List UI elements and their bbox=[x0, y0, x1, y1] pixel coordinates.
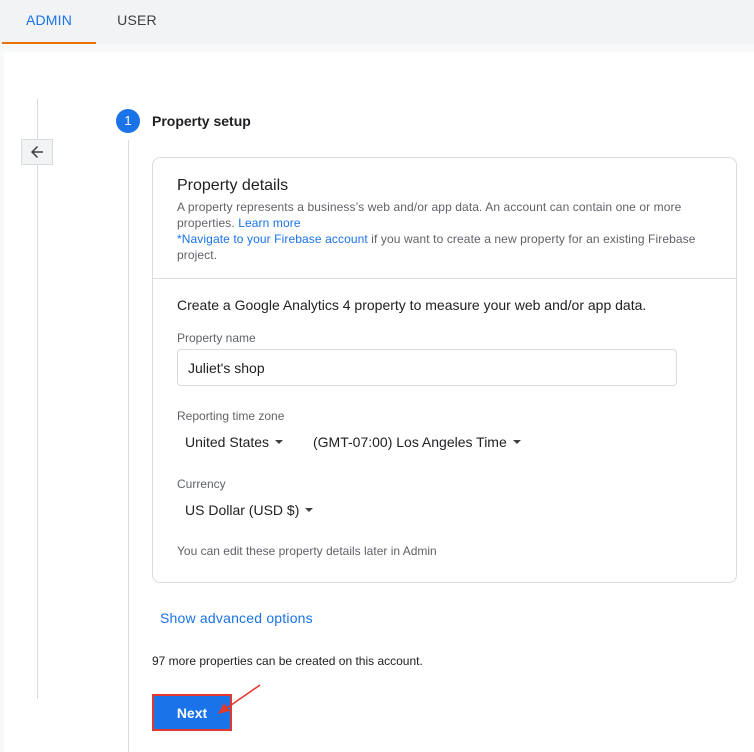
currency-value: US Dollar (USD $) bbox=[185, 502, 300, 518]
firebase-link[interactable]: *Navigate to your Firebase account bbox=[177, 232, 368, 246]
property-name-label: Property name bbox=[177, 331, 256, 345]
card-header: Property details A property represents a… bbox=[153, 158, 736, 279]
back-button[interactable] bbox=[21, 139, 53, 165]
tab-bar: ADMIN USER bbox=[0, 0, 754, 44]
timezone-select[interactable]: (GMT-07:00) Los Angeles Time bbox=[313, 431, 521, 453]
properties-remaining-text: 97 more properties can be created on thi… bbox=[152, 654, 423, 668]
tab-admin[interactable]: ADMIN bbox=[2, 0, 96, 44]
property-details-card: Property details A property represents a… bbox=[152, 157, 737, 583]
step-number-badge: 1 bbox=[116, 109, 140, 133]
learn-more-link[interactable]: Learn more bbox=[238, 216, 300, 230]
country-value: United States bbox=[185, 434, 270, 450]
timezone-label: Reporting time zone bbox=[177, 409, 285, 423]
show-advanced-options-link[interactable]: Show advanced options bbox=[160, 610, 313, 626]
dropdown-caret-icon bbox=[305, 508, 314, 512]
tab-user[interactable]: USER bbox=[96, 0, 178, 44]
card-description: A property represents a business’s web a… bbox=[177, 199, 717, 263]
country-select[interactable]: United States bbox=[185, 431, 284, 453]
currency-select[interactable]: US Dollar (USD $) bbox=[185, 499, 314, 521]
back-column-divider bbox=[37, 99, 38, 699]
property-name-input[interactable] bbox=[177, 349, 677, 386]
page: ADMIN USER 1 Property setup Property det… bbox=[0, 0, 754, 752]
currency-label: Currency bbox=[177, 477, 226, 491]
stepper-line bbox=[128, 140, 129, 752]
card-title: Property details bbox=[177, 177, 289, 194]
timezone-value: (GMT-07:00) Los Angeles Time bbox=[313, 434, 507, 450]
arrow-left-icon bbox=[31, 146, 43, 158]
card-intro: Create a Google Analytics 4 property to … bbox=[177, 297, 647, 313]
annotation-arrow-icon bbox=[218, 684, 261, 714]
step-title: Property setup bbox=[152, 113, 251, 129]
dropdown-caret-icon bbox=[275, 440, 284, 444]
dropdown-caret-icon bbox=[512, 440, 521, 444]
edit-later-note: You can edit these property details late… bbox=[177, 544, 437, 558]
